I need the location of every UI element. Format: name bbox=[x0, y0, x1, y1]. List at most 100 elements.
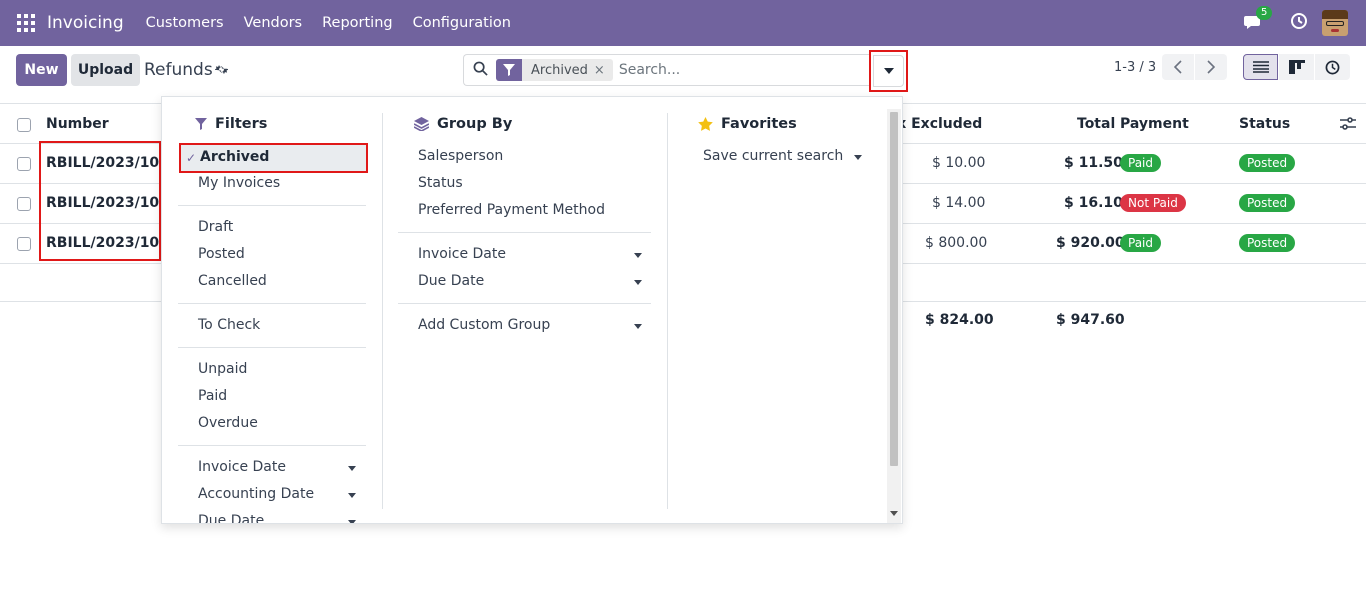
upload-button[interactable]: Upload bbox=[71, 54, 140, 86]
filter-to-check[interactable]: To Check bbox=[198, 317, 260, 333]
header-status[interactable]: Status bbox=[1239, 116, 1290, 132]
checkmark-icon: ✓ bbox=[186, 151, 197, 165]
total-amount: $ 947.60 bbox=[1056, 312, 1125, 328]
activity-view-icon bbox=[1325, 60, 1340, 74]
page-title: Refunds bbox=[144, 60, 213, 80]
menu-customers[interactable]: Customers bbox=[144, 15, 226, 31]
facet-label: Archived bbox=[531, 62, 588, 78]
caret-down-icon bbox=[883, 68, 894, 74]
divider bbox=[398, 303, 651, 304]
status-badge: Posted bbox=[1239, 194, 1296, 212]
kanban-view-button[interactable] bbox=[1279, 54, 1314, 80]
caret-down-icon[interactable] bbox=[634, 324, 642, 329]
filter-archived[interactable]: ✓ Archived bbox=[179, 143, 368, 173]
column-divider bbox=[667, 113, 668, 509]
kanban-view-icon bbox=[1288, 60, 1305, 74]
layers-icon bbox=[414, 117, 429, 131]
filter-my-invoices[interactable]: My Invoices bbox=[198, 175, 280, 191]
group-by-due-date[interactable]: Due Date bbox=[418, 273, 484, 289]
search-icon[interactable] bbox=[473, 61, 488, 80]
new-button[interactable]: New bbox=[16, 54, 67, 86]
pager-next-button[interactable] bbox=[1195, 54, 1227, 80]
filter-invoice-date[interactable]: Invoice Date bbox=[198, 459, 286, 475]
group-by-invoice-date[interactable]: Invoice Date bbox=[418, 246, 506, 262]
scrollbar-thumb[interactable] bbox=[890, 112, 898, 466]
cell-total: $ 11.50 bbox=[1064, 155, 1123, 171]
group-by-status[interactable]: Status bbox=[418, 175, 463, 191]
number-column-highlight bbox=[39, 141, 161, 261]
avatar[interactable] bbox=[1322, 10, 1348, 36]
filter-due-date[interactable]: Due Date bbox=[198, 513, 264, 523]
header-payment[interactable]: Payment bbox=[1120, 116, 1189, 132]
menu-configuration[interactable]: Configuration bbox=[411, 15, 513, 31]
clock-icon[interactable] bbox=[1290, 12, 1308, 34]
group-by-salesperson[interactable]: Salesperson bbox=[418, 148, 503, 164]
optional-columns-icon[interactable] bbox=[1340, 117, 1356, 135]
divider bbox=[178, 347, 366, 348]
search-options-toggle[interactable] bbox=[869, 50, 908, 92]
divider bbox=[178, 303, 366, 304]
list-view-button[interactable] bbox=[1243, 54, 1278, 80]
filter-overdue[interactable]: Overdue bbox=[198, 415, 258, 431]
filter-unpaid[interactable]: Unpaid bbox=[198, 361, 247, 377]
select-all-checkbox[interactable] bbox=[17, 118, 31, 132]
filter-posted[interactable]: Posted bbox=[198, 246, 245, 262]
search-facet-archived[interactable]: Archived × bbox=[496, 59, 613, 81]
search-bar: Archived × bbox=[463, 54, 869, 86]
cell-tax-excluded: $ 800.00 bbox=[925, 235, 988, 251]
pager-previous-button[interactable] bbox=[1162, 54, 1194, 80]
filter-cancelled[interactable]: Cancelled bbox=[198, 273, 267, 289]
column-divider bbox=[382, 113, 383, 509]
filter-paid[interactable]: Paid bbox=[198, 388, 227, 404]
add-custom-group[interactable]: Add Custom Group bbox=[418, 317, 550, 333]
cell-total: $ 920.00 bbox=[1056, 235, 1125, 251]
divider bbox=[178, 445, 366, 446]
star-icon bbox=[698, 117, 713, 131]
payment-status-badge: Paid bbox=[1120, 234, 1162, 252]
facet-remove-icon[interactable]: × bbox=[594, 63, 613, 78]
filter-icon bbox=[195, 118, 207, 130]
caret-down-icon[interactable] bbox=[348, 493, 356, 498]
apps-grid-icon[interactable] bbox=[17, 14, 35, 32]
caret-down-icon[interactable] bbox=[634, 280, 642, 285]
search-input[interactable] bbox=[618, 62, 869, 78]
group-by-heading: Group By bbox=[414, 116, 512, 132]
save-current-search[interactable]: Save current search bbox=[703, 148, 843, 164]
cell-tax-excluded: $ 10.00 bbox=[932, 155, 986, 171]
filters-heading: Filters bbox=[195, 116, 267, 132]
group-by-payment-method[interactable]: Preferred Payment Method bbox=[418, 202, 605, 218]
chat-icon[interactable]: 5 bbox=[1244, 6, 1273, 32]
chat-count-badge: 5 bbox=[1256, 6, 1273, 20]
cell-tax-excluded: $ 14.00 bbox=[932, 195, 986, 211]
scroll-down-arrow[interactable] bbox=[890, 511, 898, 516]
filter-accounting-date[interactable]: Accounting Date bbox=[198, 486, 314, 502]
payment-status-badge: Not Paid bbox=[1120, 194, 1186, 212]
header-total[interactable]: Total bbox=[1077, 116, 1115, 132]
header-number[interactable]: Number bbox=[46, 116, 109, 132]
chevron-left-icon bbox=[1174, 60, 1182, 74]
filter-draft[interactable]: Draft bbox=[198, 219, 233, 235]
favorites-heading: Favorites bbox=[698, 116, 797, 132]
row-checkbox[interactable] bbox=[17, 197, 31, 211]
total-tax-excluded: $ 824.00 bbox=[925, 312, 994, 328]
status-badge: Posted bbox=[1239, 234, 1296, 252]
divider bbox=[178, 205, 366, 206]
caret-down-icon[interactable] bbox=[634, 253, 642, 258]
cell-total: $ 16.10 bbox=[1064, 195, 1123, 211]
row-checkbox[interactable] bbox=[17, 237, 31, 251]
caret-down-icon[interactable] bbox=[348, 466, 356, 471]
filter-icon bbox=[496, 59, 522, 81]
pager-value[interactable]: 1-3 / 3 bbox=[1114, 60, 1156, 75]
menu-reporting[interactable]: Reporting bbox=[320, 15, 395, 31]
row-checkbox[interactable] bbox=[17, 157, 31, 171]
caret-down-icon[interactable] bbox=[348, 520, 356, 523]
search-options-dropdown: Filters ✓ Archived My Invoices Draft Pos… bbox=[161, 96, 903, 524]
activity-view-button[interactable] bbox=[1315, 54, 1350, 80]
caret-down-icon[interactable] bbox=[854, 155, 862, 160]
payment-status-badge: Paid bbox=[1120, 154, 1162, 172]
gear-icon[interactable] bbox=[215, 63, 228, 80]
list-view-icon bbox=[1252, 61, 1269, 73]
app-brand[interactable]: Invoicing bbox=[47, 13, 124, 33]
dropdown-scrollbar[interactable] bbox=[887, 109, 901, 523]
menu-vendors[interactable]: Vendors bbox=[242, 15, 305, 31]
